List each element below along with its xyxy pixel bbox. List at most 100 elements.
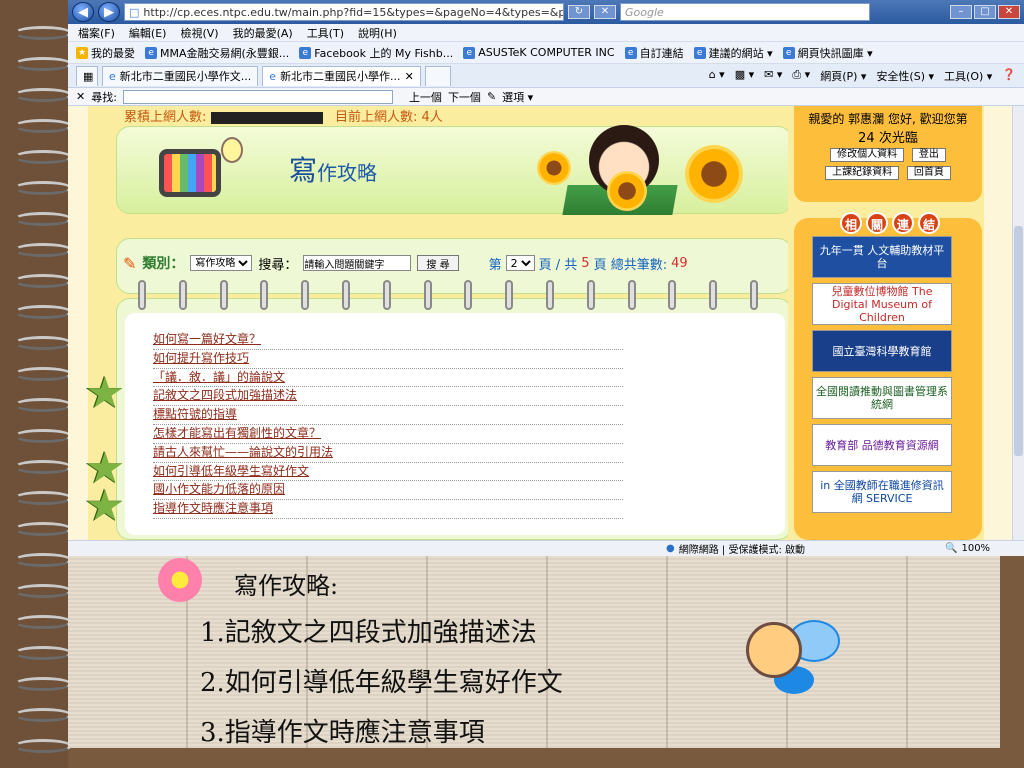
new-tab-button[interactable] (424, 65, 451, 86)
tab-1[interactable]: e 新北市二重國民小學作文... (102, 65, 259, 86)
category-select[interactable]: 寫作攻略 (190, 255, 253, 271)
page-menu[interactable]: 網頁(P) ▾ (820, 68, 866, 84)
home-icon[interactable]: ⌂ ▾ (709, 68, 725, 84)
binder-ring (423, 280, 432, 310)
logout-button[interactable]: 登出 (911, 148, 946, 162)
banner-title: 寫作攻略 (289, 149, 377, 189)
scrollbar-thumb[interactable] (1014, 226, 1023, 456)
mail-icon[interactable]: ✉ ▾ (764, 68, 782, 84)
favorite-item-5[interactable]: e 建議的網站 ▾ (693, 45, 773, 61)
menu-item-5[interactable]: 說明(H) (358, 25, 397, 41)
spiral-ring (14, 708, 72, 722)
favorite-item-0[interactable]: ★ 我的最愛 (76, 45, 135, 61)
article-row: 國小作文能力低落的原因 (153, 481, 623, 501)
binder-ring (138, 280, 146, 310)
spiral-ring (14, 150, 72, 164)
article-link[interactable]: 記敘文之四段式加強描述法 (153, 388, 297, 402)
binder-ring (627, 280, 636, 310)
link-banner-1[interactable]: 九年一貫 人文輔助教材平台 (812, 236, 952, 278)
favorite-item-6[interactable]: e 網頁快訊圖庫 ▾ (782, 45, 873, 61)
globe-icon: ● (666, 543, 675, 554)
article-link[interactable]: 「議．敘．議」的論說文 (153, 370, 285, 384)
link-banner-5[interactable]: 教育部 品德教育資源網 (812, 424, 952, 466)
favorite-item-2[interactable]: e Facebook 上的 My Fishb... (299, 45, 453, 61)
home-button[interactable]: 回首頁 (906, 166, 951, 180)
address-toolbar: ◀ ▶ □ http://cp.eces.ntpc.edu.tw/main.ph… (68, 0, 1024, 24)
article-link[interactable]: 怎樣才能寫出有獨創性的文章？ (153, 426, 321, 440)
article-link[interactable]: 標點符號的指導 (153, 407, 237, 421)
menu-item-0[interactable]: 檔案(F) (78, 25, 115, 41)
slide-item-2: 2.如何引導低年級學生寫好作文 (200, 668, 563, 698)
link-icon: e (299, 46, 312, 59)
spiral-ring (14, 739, 72, 753)
article-link[interactable]: 國小作文能力低落的原因 (153, 482, 285, 496)
spiral-ring (14, 646, 72, 660)
find-options-button[interactable]: 選項 ▾ (502, 89, 533, 105)
article-link[interactable]: 如何寫一篇好文章？ (153, 332, 261, 346)
find-input[interactable] (122, 89, 393, 104)
find-next-button[interactable]: 下一個 (448, 89, 481, 105)
close-button[interactable]: ✕ (998, 5, 1020, 19)
link-banner-6[interactable]: in 全國教師在職進修資訊網 SERVICE (812, 471, 952, 513)
search-button[interactable]: 搜 尋 (417, 255, 459, 271)
zoom-icon[interactable]: 🔍 (945, 543, 957, 554)
edit-profile-button[interactable]: 修改個人資料 (830, 148, 905, 162)
zoom-level[interactable]: 100% (961, 543, 990, 554)
back-button[interactable]: ◀ (72, 2, 94, 22)
tab-2[interactable]: e 新北市二重國民小學作... ✕ (262, 65, 421, 86)
page-select[interactable]: 2 (505, 255, 535, 271)
binder-ring (464, 280, 473, 310)
favorite-item-4[interactable]: e 自訂連結 (624, 45, 684, 61)
article-link[interactable]: 請古人來幫忙——論說文的引用法 (153, 445, 333, 459)
favorite-label: 建議的網站 ▾ (708, 46, 773, 60)
records-button[interactable]: 上課紀錄資料 (825, 166, 900, 180)
favorite-item-3[interactable]: e ASUSTeK COMPUTER INC (463, 46, 615, 59)
slide-heading: 寫作攻略: (234, 572, 339, 600)
menu-item-4[interactable]: 工具(T) (307, 25, 344, 41)
safety-menu[interactable]: 安全性(S) ▾ (876, 68, 934, 84)
print-icon[interactable]: ⎙ ▾ (792, 68, 810, 84)
menu-item-3[interactable]: 我的最愛(A) (233, 25, 293, 41)
quick-tabs-button[interactable]: ▦ (76, 65, 98, 86)
article-link[interactable]: 如何引導低年級學生寫好作文 (153, 464, 309, 478)
minimize-button[interactable]: – (950, 5, 972, 19)
menu-item-1[interactable]: 編輯(E) (129, 25, 167, 41)
link-banner-2[interactable]: 兒童數位博物館 The Digital Museum of Children (812, 283, 952, 325)
user-panel: 親愛的 郭惠瀾 您好, 歡迎您第 24 次光臨 修改個人資料 登出 上課紀錄資料… (794, 106, 982, 202)
tab-bar: ▦ e 新北市二重國民小學作文... e 新北市二重國民小學作... ✕ ⌂ ▾ ▩ … (68, 64, 1024, 88)
address-bar[interactable]: □ http://cp.eces.ntpc.edu.tw/main.php?fi… (124, 3, 564, 21)
article-link[interactable]: 指導作文時應注意事項 (153, 501, 273, 515)
favorites-bar: ★ 我的最愛 e MMA金融交易網(永豐銀... e Facebook 上的 My Fis… (68, 42, 1024, 64)
help-icon[interactable]: ❓ (1002, 68, 1016, 84)
stop-icon[interactable]: ✕ (594, 5, 616, 19)
highlight-icon[interactable]: ✎ (487, 90, 496, 103)
link-banner-4[interactable]: 全國閱讀推動與圖書管理系統網 (812, 377, 952, 419)
binder-rings (138, 280, 758, 314)
link-icon: e (624, 46, 637, 59)
favorite-item-1[interactable]: e MMA金融交易網(永豐銀... (145, 45, 289, 61)
article-link[interactable]: 如何提升寫作技巧 (153, 351, 249, 365)
feeds-icon[interactable]: ▩ ▾ (735, 68, 754, 84)
spiral-ring (14, 677, 72, 691)
refresh-icon[interactable]: ↻ (568, 5, 590, 19)
banner-title-rest: 作攻略 (317, 161, 378, 185)
tools-menu[interactable]: 工具(O) ▾ (944, 68, 992, 84)
link-banner-3[interactable]: 國立臺灣科學教育館 (812, 330, 952, 372)
spiral-ring (14, 584, 72, 598)
close-tab-icon[interactable]: ✕ (405, 70, 414, 83)
binder-ring (586, 280, 595, 310)
favorite-label: Facebook 上的 My Fishb... (314, 46, 454, 60)
link-icon: e (145, 46, 157, 59)
article-row: 怎樣才能寫出有獨創性的文章？ (153, 425, 623, 444)
menu-item-2[interactable]: 檢視(V) (180, 25, 218, 41)
maximize-button[interactable]: □ (974, 5, 996, 19)
spiral-ring (14, 615, 72, 629)
forward-button[interactable]: ▶ (98, 2, 120, 22)
page-icon: □ (129, 5, 140, 19)
article-row: 記敘文之四段式加強描述法 (153, 387, 623, 407)
find-prev-button[interactable]: 上一個 (409, 89, 442, 105)
close-find-icon[interactable]: ✕ (76, 90, 85, 103)
keyword-input[interactable] (303, 255, 412, 271)
vertical-scrollbar[interactable] (1012, 106, 1024, 540)
search-input[interactable]: Google (620, 3, 870, 21)
